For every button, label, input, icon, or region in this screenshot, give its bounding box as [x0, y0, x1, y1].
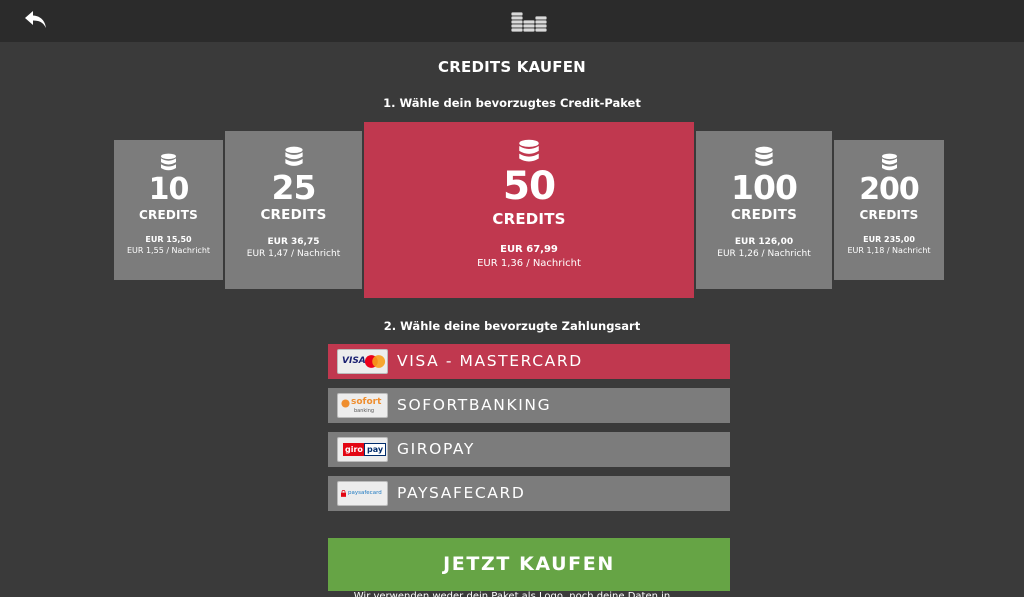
sofort-logo: sofort banking [337, 393, 388, 418]
payment-label: GIROPAY [397, 440, 475, 458]
package-200-credits[interactable]: 200 CREDITS EUR 235,00 EUR 1,18 / Nachri… [834, 140, 944, 280]
paysafecard-lock-icon [341, 490, 346, 497]
package-price: EUR 235,00 [863, 235, 915, 244]
mastercard-icon [364, 355, 386, 368]
package-price-per-message: EUR 1,26 / Nachricht [717, 249, 811, 259]
giropay-logo-text-2: pay [364, 443, 387, 456]
payment-option-sofortbanking[interactable]: sofort banking SOFORTBANKING [328, 388, 730, 423]
package-unit: CREDITS [139, 208, 198, 222]
payment-option-visa-mastercard[interactable]: VISA VISA - MASTERCARD [328, 344, 730, 379]
package-amount: 50 [502, 164, 556, 209]
giropay-logo-text: giro [343, 443, 365, 456]
package-price: EUR 15,50 [145, 235, 192, 244]
package-price: EUR 126,00 [734, 237, 794, 247]
database-icon [161, 153, 176, 171]
database-icon [284, 146, 303, 166]
package-price-per-message: EUR 1,55 / Nachricht [126, 246, 211, 255]
payment-label: SOFORTBANKING [397, 396, 552, 414]
page-title: CREDITS KAUFEN [438, 58, 586, 76]
step-2-heading: 2. Wähle deine bevorzugte Zahlungsart [383, 319, 641, 333]
package-50-credits[interactable]: 50 CREDITS EUR 67,99 EUR 1,36 / Nachrich… [364, 122, 694, 298]
package-price-per-message: EUR 1,47 / Nachricht [246, 249, 341, 259]
package-price: EUR 67,99 [500, 244, 558, 255]
visa-logo-text: VISA [342, 356, 366, 366]
package-unit: CREDITS [859, 208, 919, 222]
package-price-per-message: EUR 1,18 / Nachricht [847, 246, 931, 255]
sofort-logo-text: sofort [351, 397, 382, 407]
package-price: EUR 36,75 [267, 237, 320, 247]
package-unit: CREDITS [730, 207, 798, 223]
footnote-text: Wir verwenden weder dein Paket als Logo,… [353, 591, 671, 597]
package-unit: CREDITS [260, 207, 327, 223]
payment-label: VISA - MASTERCARD [397, 352, 583, 370]
package-100-credits[interactable]: 100 CREDITS EUR 126,00 EUR 1,26 / Nachri… [696, 131, 832, 289]
package-amount: 10 [148, 172, 190, 207]
payment-option-paysafecard[interactable]: paysafecard PAYSAFECARD [328, 476, 730, 511]
package-price-per-message: EUR 1,36 / Nachricht [477, 258, 581, 269]
database-icon [881, 153, 897, 171]
buy-now-button[interactable]: JETZT KAUFEN [328, 538, 730, 591]
paysafecard-logo-text: paysafecard [348, 490, 382, 496]
payment-option-giropay[interactable]: giro pay GIROPAY [328, 432, 730, 467]
package-amount: 100 [731, 168, 798, 207]
database-icon [519, 139, 539, 162]
coins-stack-icon [510, 11, 548, 33]
top-bar [0, 0, 1024, 42]
step-1-heading: 1. Wähle dein bevorzugtes Credit-Paket [383, 96, 641, 110]
payment-label: PAYSAFECARD [397, 484, 526, 502]
package-10-credits[interactable]: 10 CREDITS EUR 15,50 EUR 1,55 / Nachrich… [114, 140, 223, 280]
package-unit: CREDITS [492, 210, 566, 228]
back-arrow-icon[interactable] [22, 8, 50, 32]
sofort-icon [341, 399, 350, 408]
visa-mastercard-logo: VISA [337, 349, 388, 374]
paysafecard-logo: paysafecard [337, 481, 388, 506]
sofort-logo-subtext: banking [354, 408, 375, 414]
database-icon [755, 146, 773, 166]
package-25-credits[interactable]: 25 CREDITS EUR 36,75 EUR 1,47 / Nachrich… [225, 131, 362, 289]
package-amount: 25 [271, 168, 317, 207]
package-amount: 200 [859, 172, 920, 207]
giropay-logo: giro pay [337, 437, 388, 462]
